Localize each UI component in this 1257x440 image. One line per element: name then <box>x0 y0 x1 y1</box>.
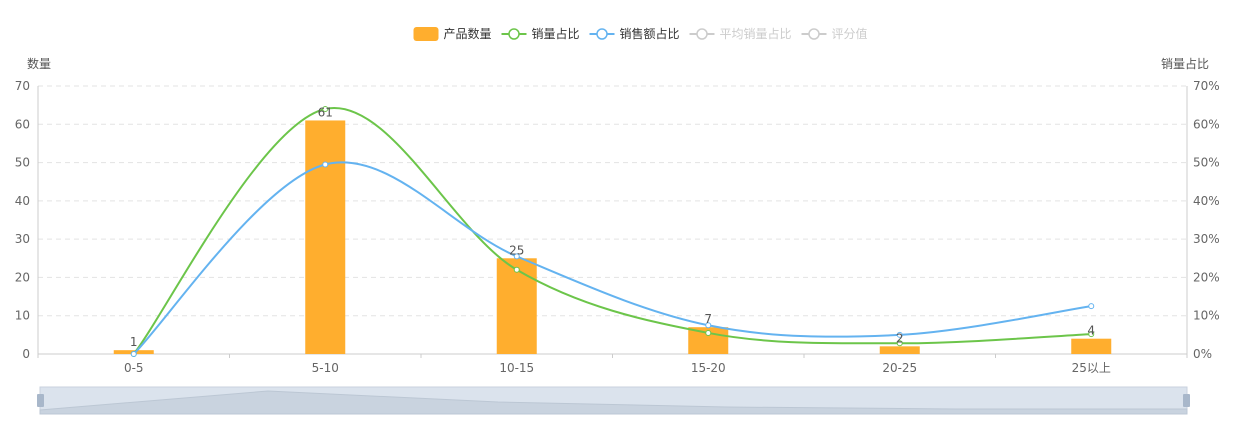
y-left-tick-label: 50 <box>15 156 30 170</box>
line-point <box>322 161 329 168</box>
bar <box>305 120 346 354</box>
data-zoom-slider[interactable] <box>37 386 1190 415</box>
data-labels: 1 61 25 7 2 4 <box>130 105 1095 349</box>
y-right-tick-label: 60% <box>1193 117 1220 131</box>
legend-label: 产品数量 <box>444 26 492 41</box>
y-right-tick-label: 30% <box>1193 232 1220 246</box>
legend-label: 销售额占比 <box>620 26 680 41</box>
x-tick-label: 5-10 <box>312 361 339 375</box>
chart: 产品数量 销量占比 销售额占比 平均销量占比 评分值 数量 销量占比 0 0%10 10%2… <box>15 26 1220 415</box>
y-right-tick-label: 70% <box>1193 79 1220 93</box>
grid-lines <box>38 85 1187 317</box>
bar <box>1071 338 1112 354</box>
bar-data-label: 25 <box>509 243 524 257</box>
line-销量占比 <box>132 106 1092 355</box>
legend-marker <box>808 28 820 40</box>
x-axis-ticks: 0-5 5-10 10-15 15-20 20-25 25以上 <box>37 354 1188 375</box>
y-right-tick-label: 0% <box>1193 347 1212 361</box>
x-tick-label: 10-15 <box>499 361 534 375</box>
bar-data-label: 2 <box>896 331 904 345</box>
legend-item[interactable]: 销量占比 <box>501 26 580 41</box>
bar-data-label: 4 <box>1087 324 1095 338</box>
line-series <box>130 105 1095 357</box>
x-tick-label: 20-25 <box>882 361 917 375</box>
legend[interactable]: 产品数量 销量占比 销售额占比 平均销量占比 评分值 <box>413 26 868 41</box>
y-right-tick-label: 20% <box>1193 270 1220 284</box>
legend-item[interactable]: 评分值 <box>801 26 868 41</box>
bar-data-label: 61 <box>318 105 333 119</box>
legend-item[interactable]: 销售额占比 <box>589 26 680 41</box>
y-left-tick-label: 40 <box>15 194 30 208</box>
y-left-tick-label: 20 <box>15 270 30 284</box>
x-tick-label: 15-20 <box>691 361 726 375</box>
legend-label: 销量占比 <box>532 26 580 41</box>
line-point <box>130 351 137 357</box>
y-right-tick-label: 10% <box>1193 309 1220 323</box>
legend-bar-swatch <box>413 27 439 41</box>
legend-item[interactable]: 平均销量占比 <box>689 26 792 41</box>
y-right-axis-label: 销量占比 <box>1161 56 1209 71</box>
legend-label: 评分值 <box>832 26 868 41</box>
y-left-tick-label: 30 <box>15 232 30 246</box>
x-tick-label: 25以上 <box>1072 361 1111 375</box>
y-left-tick-label: 10 <box>15 309 30 323</box>
data-zoom-handle-left[interactable] <box>37 394 44 407</box>
y-right-tick-label: 40% <box>1193 194 1220 208</box>
y-left-tick-label: 70 <box>15 79 30 93</box>
y-right-tick-label: 50% <box>1193 156 1220 170</box>
bar <box>879 346 920 354</box>
line-point <box>1088 303 1095 310</box>
y-left-tick-label: 0 <box>22 347 30 361</box>
legend-marker <box>508 28 520 40</box>
x-tick-label: 0-5 <box>124 361 144 375</box>
line-销售额占比 <box>133 161 1092 355</box>
legend-marker <box>696 28 708 40</box>
line-point <box>705 329 712 336</box>
legend-marker <box>596 28 608 40</box>
line-point <box>513 266 520 273</box>
legend-label: 平均销量占比 <box>720 26 792 41</box>
bar-series <box>113 120 1112 354</box>
bar-data-label: 7 <box>704 312 712 326</box>
data-zoom-handle-right[interactable] <box>1183 394 1190 407</box>
y-left-axis-label: 数量 <box>27 56 51 71</box>
axes: 0 0% 10 10% 20 20% 30 30% 40 40% 50 50% 60 60% 70 70% <box>15 79 1220 361</box>
y-left-tick-label: 60 <box>15 117 30 131</box>
legend-item[interactable]: 产品数量 <box>413 26 492 41</box>
bar-data-label: 1 <box>130 335 138 349</box>
